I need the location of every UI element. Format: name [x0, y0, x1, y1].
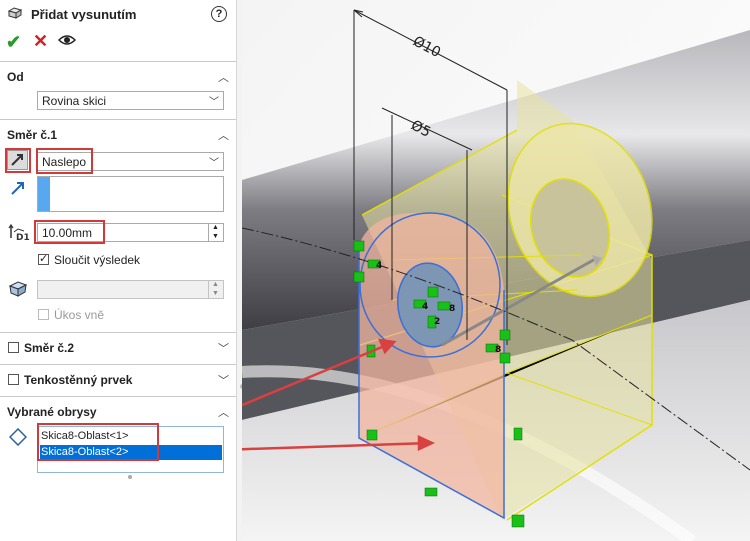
from-dropdown-value: Rovina skici: [42, 94, 107, 108]
divider: [0, 61, 236, 62]
chevron-up-icon[interactable]: ︿: [218, 127, 229, 143]
depth-spinner[interactable]: ▲ ▼: [208, 223, 222, 242]
relation-label: 8: [449, 304, 455, 314]
section-title-from: Od: [7, 70, 24, 84]
direction2-checkbox[interactable]: [8, 342, 19, 353]
graphics-viewport[interactable]: Ø10 Ø5 4 4 8 2 8: [242, 0, 750, 541]
from-dropdown[interactable]: Rovina skici ﹀: [37, 91, 224, 110]
resize-dot: [128, 475, 132, 479]
chevron-down-icon[interactable]: ﹀: [218, 372, 229, 388]
relation-label: 2: [434, 317, 440, 327]
merge-result-checkbox[interactable]: [38, 252, 49, 265]
contour-diamond-icon: [9, 428, 27, 446]
draft-angle-spinner: ▲ ▼: [208, 280, 222, 299]
direction2-label: Směr č.2: [24, 341, 75, 355]
action-bar: ✔ ✕: [0, 31, 236, 53]
merge-result-label: Sloučit výsledek: [54, 253, 141, 267]
divider: [0, 332, 236, 333]
section-title-direction1: Směr č.1: [7, 128, 58, 142]
highlight-contours: [37, 423, 159, 461]
depth-icon: D1: [8, 223, 30, 243]
highlight-end-condition: [36, 148, 93, 174]
highlight-depth: [34, 220, 105, 244]
model-view: Ø10 Ø5 4 4 8 2 8: [242, 0, 750, 541]
divider: [0, 364, 236, 365]
draft-angle-input: [37, 280, 224, 299]
chevron-up-icon[interactable]: ︿: [218, 69, 229, 85]
panel-header: Přidat vysunutím ?: [0, 0, 236, 28]
relation-label: 4: [376, 261, 382, 271]
eye-icon[interactable]: [58, 33, 76, 47]
divider: [0, 119, 236, 120]
panel-title: Přidat vysunutím: [31, 7, 137, 22]
check-icon[interactable]: ✔: [6, 32, 21, 53]
draft-outward-label: Úkos vně: [54, 308, 105, 322]
relation-label: 4: [422, 302, 428, 312]
svg-text:D1: D1: [16, 233, 30, 243]
highlight-reverse-direction: [5, 148, 31, 173]
extrude-feature-icon: [8, 7, 22, 19]
section-title-selected-contours: Vybrané obrysy: [7, 405, 97, 419]
chevron-down-icon: ﹀: [209, 97, 219, 108]
direction-reference-box[interactable]: [37, 176, 224, 212]
divider: [0, 396, 236, 397]
chevron-down-icon: ﹀: [209, 158, 219, 169]
question-circle-icon[interactable]: ?: [211, 6, 227, 22]
thin-feature-checkbox[interactable]: [8, 374, 19, 385]
property-manager: Přidat vysunutím ? ✔ ✕ Od ︿ Rovina skici…: [0, 0, 236, 541]
chevron-down-icon[interactable]: ﹀: [218, 340, 229, 356]
direction-arrow-icon: [11, 182, 24, 195]
draft-icon: [8, 281, 28, 297]
close-icon[interactable]: ✕: [33, 31, 48, 52]
chevron-up-icon[interactable]: ︿: [218, 404, 229, 420]
draft-outward-checkbox: [38, 309, 49, 320]
thin-feature-label: Tenkostěnný prvek: [24, 373, 133, 387]
selection-color-bar: [38, 177, 50, 211]
